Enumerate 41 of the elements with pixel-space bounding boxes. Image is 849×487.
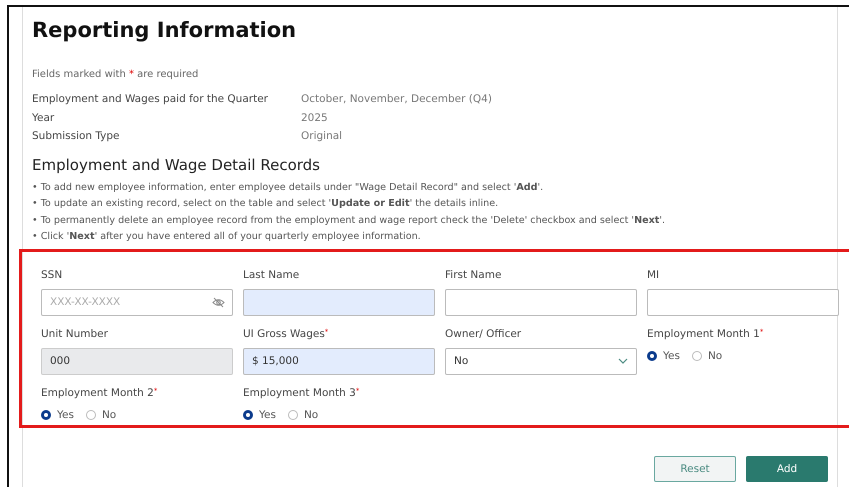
hide-password-icon[interactable]	[212, 296, 225, 308]
summary-label: Year	[32, 112, 56, 124]
radio-button[interactable]	[647, 350, 657, 360]
input-field[interactable]: $ 15,000	[243, 348, 435, 374]
field-label: Last Name	[243, 268, 300, 282]
radio-button[interactable]	[243, 410, 253, 420]
dropdown[interactable]: No	[445, 348, 637, 374]
radio-button[interactable]	[288, 410, 298, 420]
instruction-text: • To update an existing record, select on the table and select 'Update or Edit' the details inline.	[32, 197, 500, 211]
summary-value: Original	[301, 130, 342, 142]
add-button[interactable]: Add	[746, 456, 828, 482]
input-field[interactable]	[243, 288, 435, 316]
radio-button[interactable]	[86, 410, 96, 420]
input-field[interactable]	[647, 288, 839, 316]
chevron-down-icon	[618, 358, 628, 364]
field-label: First Name	[445, 268, 502, 282]
summary-label: Employment and Wages paid for the Quarter	[32, 93, 269, 106]
radio-label: No	[304, 408, 318, 420]
field-label: MI	[647, 268, 660, 282]
radio-label: Yes	[57, 408, 74, 420]
section-title: Employment and Wage Detail Records	[32, 156, 321, 174]
instruction-text: • To add new employee information, enter employee details under "Wage Detail Record" and select 'Add'.	[32, 180, 544, 194]
reset-button[interactable]: Reset	[654, 456, 736, 482]
radio-button[interactable]	[41, 410, 51, 420]
input-field[interactable]: XXX-XX-XXXX	[41, 288, 233, 316]
summary-value: October, November, December (Q4)	[301, 93, 492, 106]
field-label: Owner/ Officer	[445, 328, 522, 342]
summary-label: Submission Type	[32, 130, 121, 142]
radio-label: Yes	[259, 408, 276, 420]
radio-label: No	[102, 408, 116, 420]
radio-label: Yes	[663, 350, 680, 362]
summary-value: 2025	[301, 112, 328, 124]
instruction-text: • Click 'Next' after you have entered all of your quarterly employee information.	[32, 230, 422, 244]
field-label: Unit Number	[41, 328, 109, 342]
radio-label: No	[708, 350, 722, 362]
page-title: Reporting Information	[32, 17, 298, 44]
required-note: Fields marked with * are required	[32, 69, 200, 80]
radio-button[interactable]	[692, 350, 702, 360]
instruction-text: • To permanently delete an employee record from the employment and wage report check the 'Delete' checkbox and select 'Next'.	[32, 214, 666, 228]
field-label: SSN	[41, 268, 64, 282]
input-field[interactable]	[445, 288, 637, 316]
